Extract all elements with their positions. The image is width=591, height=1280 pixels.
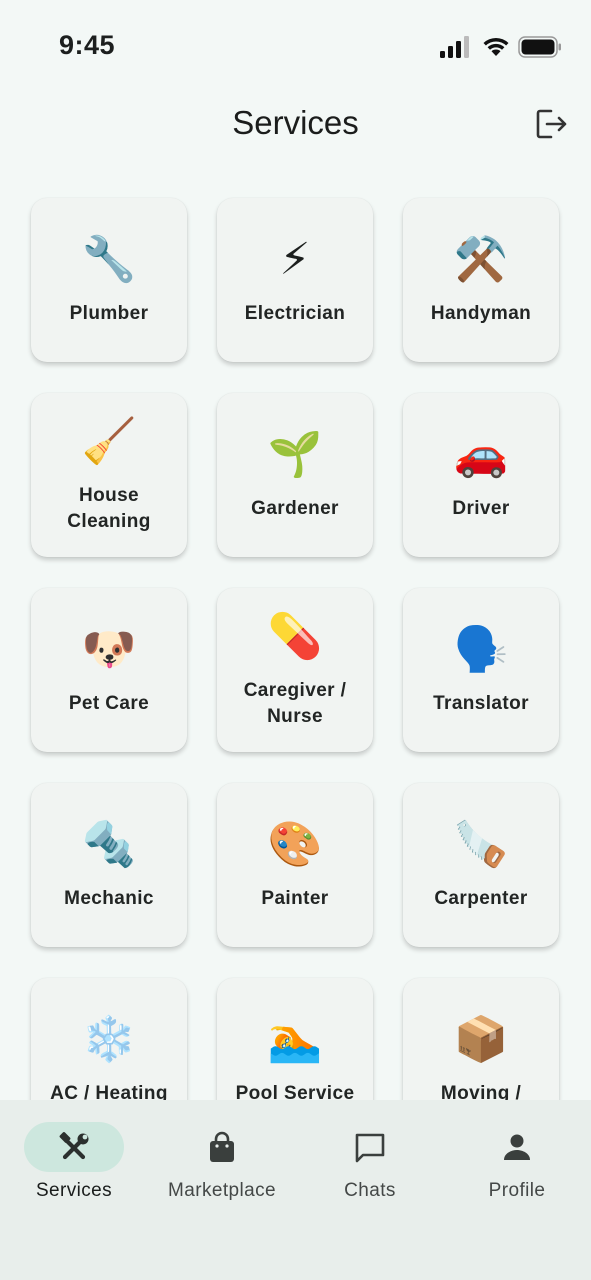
broom-icon: 🧹	[81, 416, 137, 467]
service-label: Translator	[433, 693, 529, 714]
lightning-icon: ⚡	[279, 234, 311, 285]
nav-label-marketplace: Marketplace	[168, 1180, 276, 1201]
tools-icon	[59, 1132, 89, 1160]
service-label: AC / Heating	[50, 1083, 168, 1100]
service-card-painter[interactable]: 🎨 Painter	[217, 783, 373, 947]
service-label: House Cleaning	[67, 485, 151, 532]
hammer-wrench-icon: ⚒️	[453, 234, 509, 285]
service-label: Moving /	[440, 1083, 522, 1100]
service-card-translator[interactable]: 🗣️ Translator	[403, 588, 559, 752]
service-label: Painter	[261, 888, 329, 909]
service-card-electrician[interactable]: ⚡ Electrician	[217, 198, 373, 362]
service-label: Caregiver / Nurse	[243, 680, 347, 727]
dog-icon: 🐶	[81, 624, 137, 675]
chat-bubble-icon	[355, 1133, 385, 1163]
nav-chats[interactable]: Chats	[296, 1120, 444, 1210]
service-label: Gardener	[251, 498, 339, 519]
service-card-mechanic[interactable]: 🔩 Mechanic	[31, 783, 187, 947]
service-label: Handyman	[430, 303, 532, 324]
service-card-house-cleaning[interactable]: 🧹 House Cleaning	[31, 393, 187, 557]
services-grid-viewport[interactable]: 🔧 Plumber ⚡ Electrician ⚒️ Handyman 🧹 House Cle…	[0, 180, 591, 1100]
service-card-driver[interactable]: 🚗 Driver	[403, 393, 559, 557]
logout-icon[interactable]	[534, 106, 570, 142]
service-label: Driver	[452, 498, 510, 519]
service-card-pet-care[interactable]: 🐶 Pet Care	[31, 588, 187, 752]
seedling-icon: 🌱	[267, 429, 323, 480]
service-card-pool-service[interactable]: 🏊 Pool Service	[217, 978, 373, 1100]
service-label: Mechanic	[64, 888, 154, 909]
nav-label-profile: Profile	[488, 1180, 546, 1201]
nav-profile[interactable]: Profile	[443, 1120, 591, 1210]
package-icon: 📦	[453, 1014, 509, 1065]
car-icon: 🚗	[453, 429, 509, 480]
cellular-signal-icon	[440, 36, 469, 58]
service-card-ac-heating[interactable]: ❄️ AC / Heating	[31, 978, 187, 1100]
nav-marketplace[interactable]: Marketplace	[148, 1120, 296, 1210]
service-label: Electrician	[244, 303, 346, 324]
service-label: Pool Service	[235, 1083, 355, 1100]
service-card-plumber[interactable]: 🔧 Plumber	[31, 198, 187, 362]
swimmer-icon: 🏊	[267, 1014, 323, 1065]
bottom-navigation: Services Marketplace Chats Profile	[0, 1100, 591, 1280]
nav-services[interactable]: Services	[0, 1120, 148, 1210]
service-card-gardener[interactable]: 🌱 Gardener	[217, 393, 373, 557]
shopping-bag-icon	[210, 1131, 234, 1162]
nut-bolt-icon: 🔩	[81, 819, 137, 870]
service-label: Carpenter	[434, 888, 528, 909]
status-bar: 9:45	[0, 0, 591, 92]
battery-icon	[518, 36, 561, 58]
service-card-carpenter[interactable]: 🪚 Carpenter	[403, 783, 559, 947]
snowflake-icon: ❄️	[81, 1014, 137, 1065]
saw-icon: 🪚	[453, 819, 509, 870]
services-grid: 🔧 Plumber ⚡ Electrician ⚒️ Handyman 🧹 House Cle…	[31, 198, 561, 1100]
speaking-head-icon: 🗣️	[453, 624, 509, 675]
page-title: Services	[232, 104, 359, 141]
service-card-caregiver-nurse[interactable]: 💊 Caregiver / Nurse	[217, 588, 373, 752]
person-icon	[504, 1134, 530, 1160]
nav-label-chats: Chats	[344, 1180, 396, 1201]
service-label: Pet Care	[68, 693, 150, 714]
wifi-icon	[483, 37, 509, 56]
status-time: 9:45	[59, 30, 116, 60]
palette-icon: 🎨	[267, 819, 323, 870]
service-label: Plumber	[69, 303, 149, 324]
wrench-icon: 🔧	[81, 234, 137, 285]
nav-label-services: Services	[35, 1180, 113, 1201]
pill-icon: 💊	[267, 611, 323, 662]
service-card-moving[interactable]: 📦 Moving /	[403, 978, 559, 1100]
service-card-handyman[interactable]: ⚒️ Handyman	[403, 198, 559, 362]
